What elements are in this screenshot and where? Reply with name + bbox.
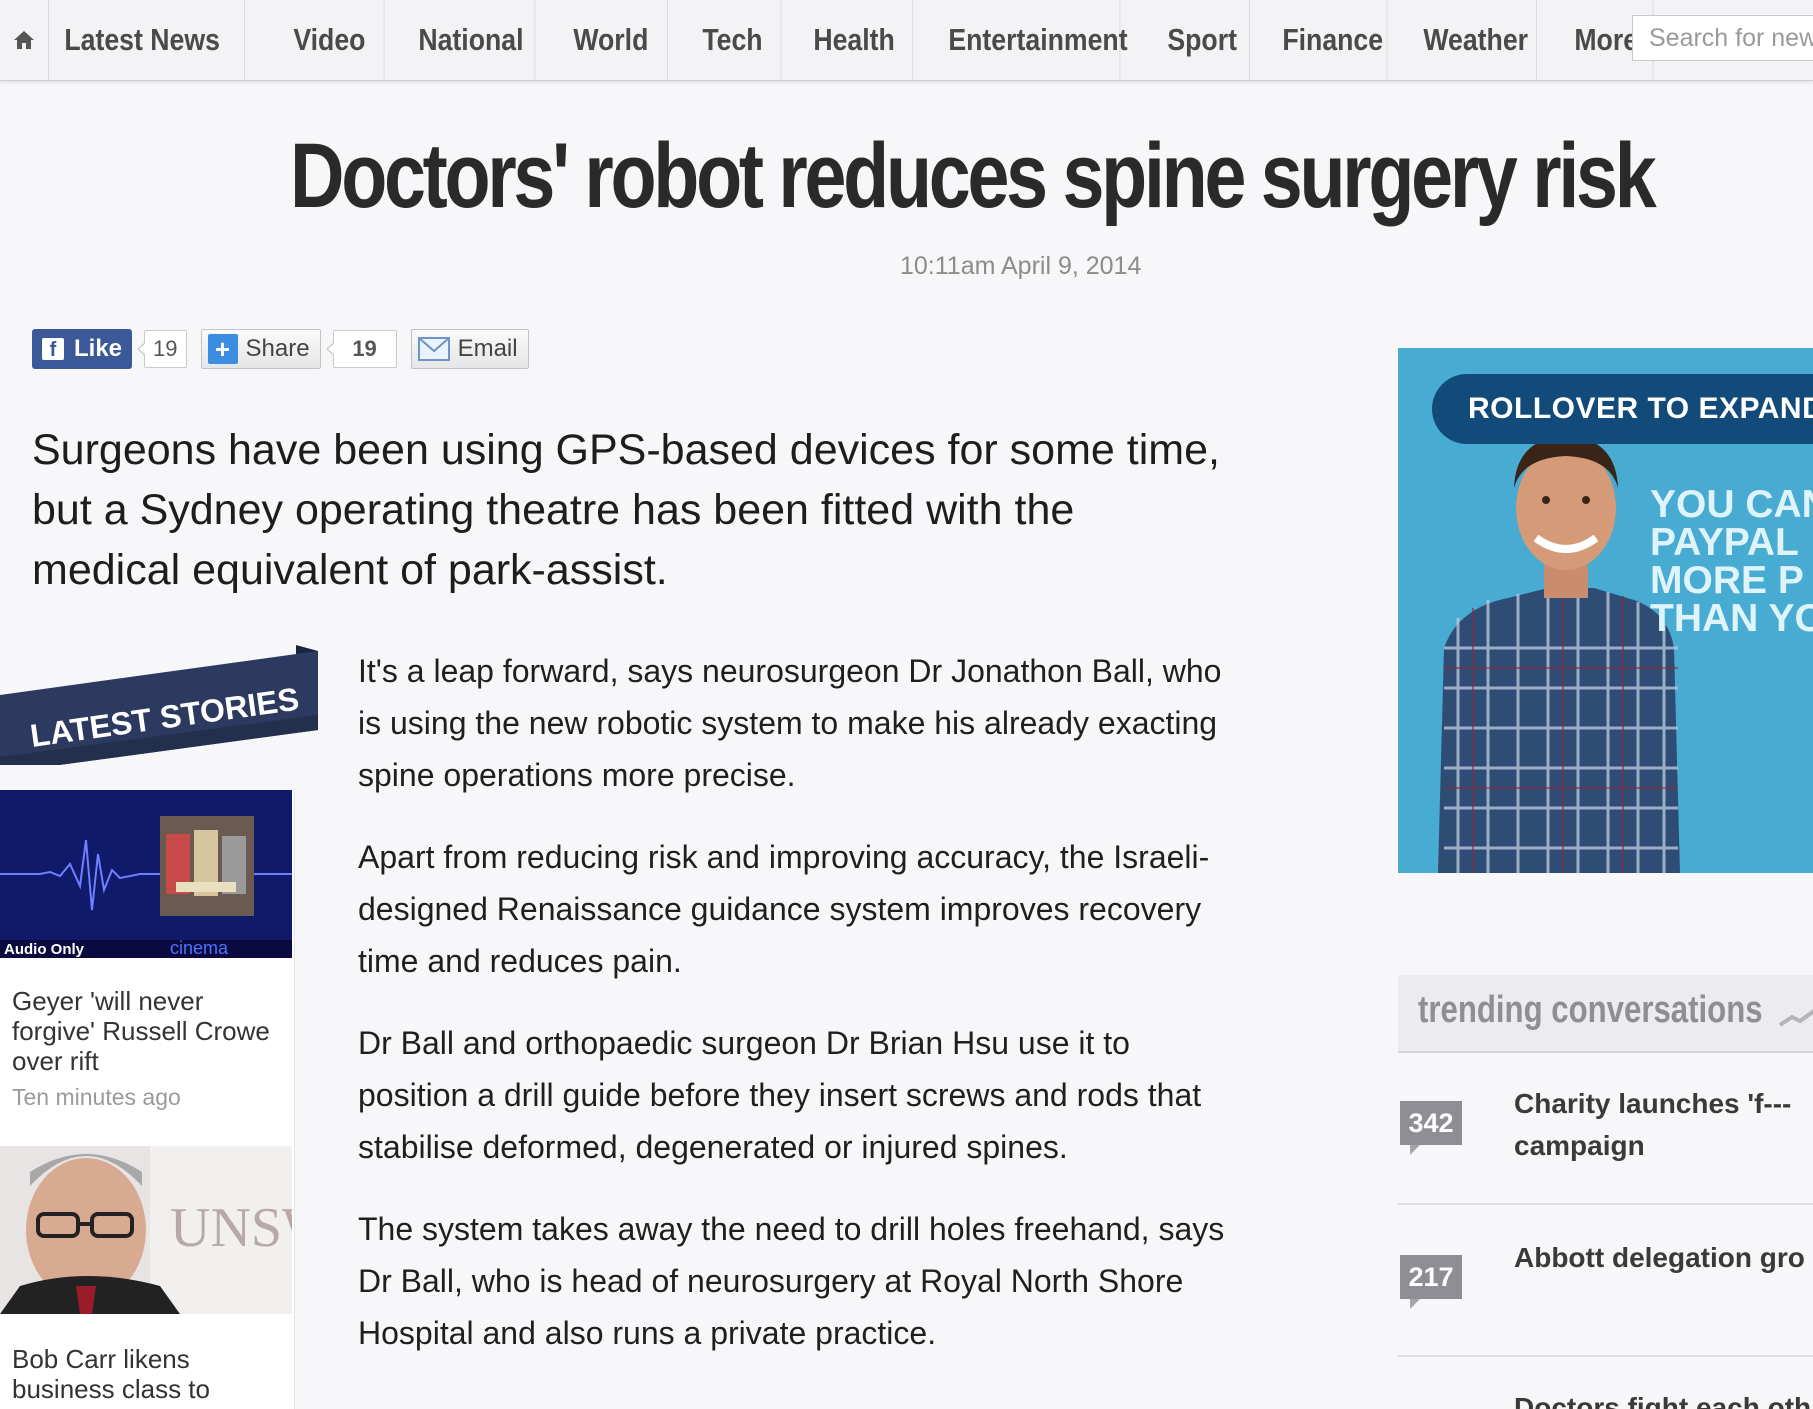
comment-count-badge: 342	[1400, 1101, 1462, 1155]
nav-item-sport[interactable]: Sport	[1151, 0, 1250, 80]
story-thumbnail[interactable]: UNSW	[0, 1146, 292, 1314]
trending-title: trending conversations	[1418, 989, 1763, 1031]
article-paragraph: It's a leap forward, says neurosurgeon D…	[358, 653, 1222, 793]
email-button[interactable]: Email	[410, 329, 529, 369]
nav-item-weather[interactable]: Weather	[1407, 0, 1537, 80]
story-thumbnail[interactable]: Audio Only cinema	[0, 790, 292, 958]
share-button[interactable]: + Share	[200, 329, 321, 369]
story-time: Ten minutes ago	[12, 1084, 181, 1110]
trending-item-title: Charity launches 'f--- campaign	[1514, 1088, 1792, 1161]
article-paragraph: Dr Ball and orthopaedic surgeon Dr Brian…	[358, 1025, 1202, 1165]
article-body: It's a leap forward, says neurosurgeon D…	[358, 645, 1228, 1389]
email-label: Email	[457, 335, 518, 362]
search-input[interactable]: Search for new	[1632, 15, 1813, 61]
nav-item-latest-news[interactable]: Latest News	[48, 0, 245, 80]
home-icon[interactable]	[0, 0, 49, 80]
nav-item-tech[interactable]: Tech	[686, 0, 782, 80]
nav-item-world[interactable]: World	[557, 0, 668, 80]
nav-item-national[interactable]: National	[402, 0, 536, 80]
social-share-bar: f Like 19 + Share 19 Email	[32, 328, 529, 370]
trending-item[interactable]: 217 Abbott delegation gro	[1398, 1205, 1813, 1357]
article-paragraph: The system takes away the need to drill …	[358, 1211, 1225, 1351]
story-title[interactable]: Geyer 'will never forgive' Russell Crowe…	[12, 986, 282, 1076]
story-title[interactable]: Bob Carr likens business class to	[12, 1344, 282, 1404]
nav-item-video[interactable]: Video	[277, 0, 385, 80]
article-headline: Doctors' robot reduces spine surgery ris…	[290, 125, 1657, 227]
article-lead: Surgeons have been using GPS-based devic…	[32, 426, 1220, 594]
nav-item-entertainment[interactable]: Entertainment	[932, 0, 1128, 80]
nav-menu: Latest News Video National World Tech He…	[48, 0, 1669, 80]
advertisement[interactable]: ROLLOVER TO EXPAND YOU CAN PAYPAL MORE P…	[1398, 348, 1813, 873]
nav-item-finance[interactable]: Finance	[1266, 0, 1388, 80]
like-count: 19	[136, 330, 187, 368]
cinema-logo: cinema	[170, 938, 229, 958]
trending-item-title: Abbott delegation gro	[1514, 1242, 1805, 1273]
envelope-icon	[417, 337, 450, 361]
trending-item-title: Doctors fight each oth	[1514, 1392, 1812, 1409]
article-timestamp: 10:11am April 9, 2014	[900, 252, 1142, 280]
unsw-logo: UNSW	[170, 1197, 292, 1259]
trend-arrow-icon	[1778, 1009, 1813, 1027]
nav-item-health[interactable]: Health	[797, 0, 914, 80]
latest-stories-header: LATEST STORIES	[0, 645, 318, 773]
facebook-like-button[interactable]: f Like	[32, 329, 133, 369]
trending-item[interactable]: 342 Charity launches 'f--- campaign	[1398, 1053, 1813, 1205]
latest-stories-panel: Audio Only cinema Geyer 'will never forg…	[0, 790, 295, 1409]
share-count: 19	[325, 330, 397, 368]
audio-only-label: Audio Only	[4, 941, 85, 958]
ad-headline: YOU CAN PAYPAL MORE P THAN YO	[1650, 483, 1813, 640]
ad-rollover-button[interactable]: ROLLOVER TO EXPAND	[1432, 374, 1813, 444]
article-paragraph: Apart from reducing risk and improving a…	[358, 839, 1210, 979]
trending-item[interactable]: Doctors fight each oth	[1398, 1357, 1813, 1409]
like-label: Like	[74, 335, 123, 362]
plus-icon: +	[207, 334, 238, 364]
top-navigation: Latest News Video National World Tech He…	[0, 0, 1813, 81]
share-label: Share	[245, 335, 310, 362]
facebook-icon: f	[42, 338, 64, 360]
comment-count-badge: 217	[1400, 1255, 1462, 1309]
trending-header: trending conversations	[1398, 975, 1813, 1053]
